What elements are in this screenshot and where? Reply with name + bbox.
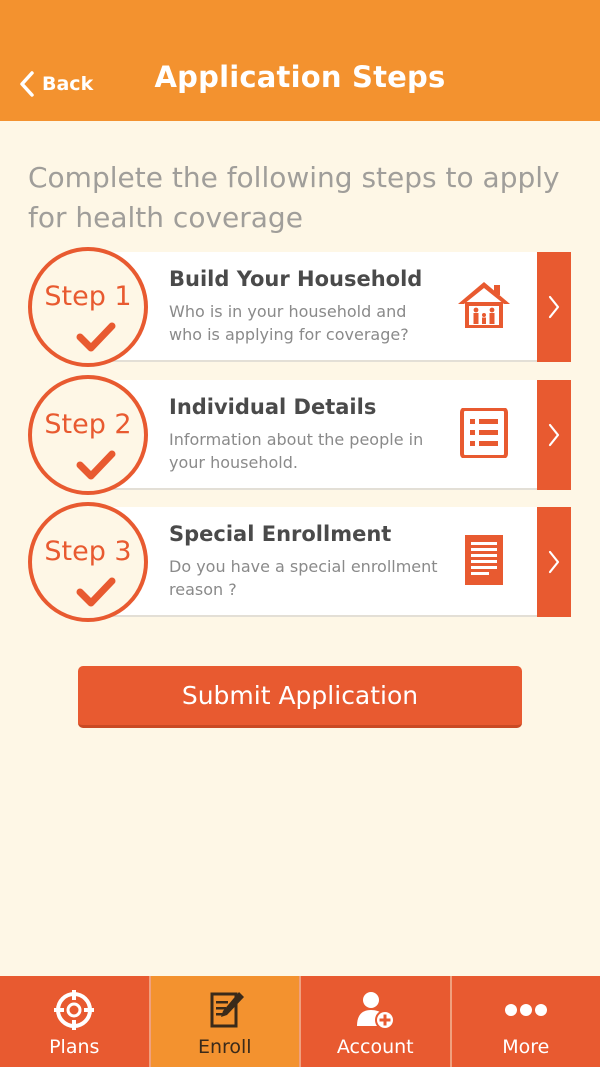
checkmark-icon [76, 577, 116, 607]
tab-account[interactable]: Account [301, 976, 452, 1067]
step-description: Who is in your household and who is appl… [169, 302, 409, 344]
tab-label: Plans [49, 1036, 100, 1058]
step-badge: Step 2 [28, 375, 148, 495]
tab-label: Enroll [197, 1036, 252, 1058]
step-title: Build Your Household [169, 267, 423, 291]
header-bar: Back Application Steps [0, 0, 600, 121]
step-description: Do you have a special enrollment reason … [169, 557, 438, 599]
document-icon [465, 535, 503, 585]
step-card[interactable]: Special Enrollment Do you have a special… [90, 507, 571, 617]
tab-label: More [502, 1036, 550, 1058]
step-arrow-button[interactable] [537, 507, 571, 617]
step-label: Step 3 [44, 536, 132, 567]
step-label: Step 1 [44, 281, 132, 312]
tab-enroll[interactable]: Enroll [150, 976, 301, 1067]
step-row-3[interactable]: Special Enrollment Do you have a special… [28, 502, 571, 622]
step-badge: Step 3 [28, 502, 148, 622]
step-row-2[interactable]: Individual Details Information about the… [28, 375, 571, 495]
tab-label: Account [336, 1036, 414, 1058]
tab-more[interactable]: More [452, 976, 600, 1067]
step-label: Step 2 [44, 409, 132, 440]
household-icon [458, 282, 510, 328]
step-card[interactable]: Individual Details Information about the… [90, 380, 571, 490]
step-row-1[interactable]: Build Your Household Who is in your hous… [28, 247, 571, 367]
edit-icon [210, 992, 244, 1028]
crosshair-icon [54, 990, 95, 1030]
step-description: Information about the people in your hou… [169, 430, 424, 472]
more-icon [504, 1004, 547, 1016]
list-icon [460, 408, 508, 458]
step-arrow-button[interactable] [537, 252, 571, 362]
intro-text: Complete the following steps to apply fo… [28, 161, 560, 234]
step-title: Individual Details [169, 395, 377, 419]
tab-bar: Plans Enroll Account More [0, 976, 600, 1067]
step-card[interactable]: Build Your Household Who is in your hous… [90, 252, 571, 362]
chevron-right-icon [548, 423, 560, 447]
chevron-right-icon [548, 295, 560, 319]
page-title: Application Steps [154, 60, 446, 94]
submit-application-button[interactable]: Submit Application [78, 666, 522, 728]
checkmark-icon [76, 322, 116, 352]
step-arrow-button[interactable] [537, 380, 571, 490]
checkmark-icon [76, 450, 116, 480]
step-badge: Step 1 [28, 247, 148, 367]
step-title: Special Enrollment [169, 522, 392, 546]
chevron-right-icon [548, 550, 560, 574]
tab-plans[interactable]: Plans [0, 976, 151, 1067]
add-user-icon [357, 992, 396, 1030]
